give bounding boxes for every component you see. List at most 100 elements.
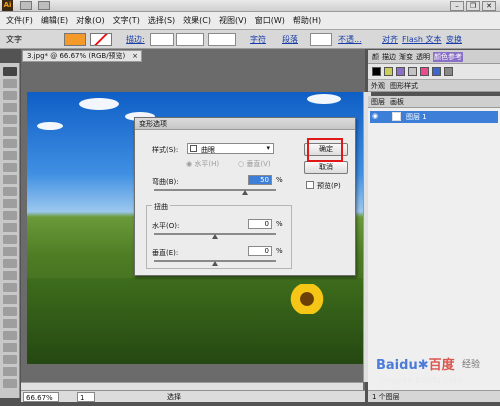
swatch[interactable] [396,67,405,76]
swatch[interactable] [420,67,429,76]
eraser-tool-icon[interactable] [3,199,17,208]
tab-gradient[interactable]: 渐变 [399,52,413,62]
tab-artboards[interactable]: 画板 [390,97,404,107]
stroke-link[interactable]: 描边: [126,33,145,46]
chevron-down-icon: ▾ [266,144,270,152]
horizontal-slider-thumb[interactable] [212,234,218,239]
pencil-tool-icon[interactable] [3,175,17,184]
magic-wand-tool-icon[interactable] [3,91,17,100]
rectangle-tool-icon[interactable] [3,151,17,160]
window-controls: – ❐ ✕ [450,0,496,12]
lasso-tool-icon[interactable] [3,103,17,112]
menu-edit[interactable]: 编辑(E) [41,15,68,26]
menu-view[interactable]: 视图(V) [219,15,247,26]
swatch[interactable] [432,67,441,76]
brush-dropdown[interactable] [208,33,236,46]
radio-vertical[interactable]: ○ 垂直(V) [238,159,271,169]
line-tool-icon[interactable] [3,139,17,148]
radio-horizontal[interactable]: ◉ 水平(H) [186,159,219,169]
appearance-panel-tabs: 外观 图形样式 [368,80,500,92]
symbol-sprayer-tool-icon[interactable] [3,331,17,340]
width-tool-icon[interactable] [3,235,17,244]
stroke-swatch[interactable] [90,33,112,46]
tab-color-guide[interactable]: 颜色参考 [433,51,463,62]
artboard-tool-icon[interactable] [3,355,17,364]
minimize-icon[interactable]: – [450,1,464,11]
tab-transparency[interactable]: 透明 [416,52,430,62]
slice-tool-icon[interactable] [3,367,17,376]
zoom-field[interactable]: 66.67% [23,392,59,402]
hand-tool-icon[interactable] [3,379,17,388]
rotate-tool-icon[interactable] [3,211,17,220]
horizontal-distort-input[interactable]: 0 [248,219,272,229]
control-bar: 文字 描边: 字符 段落 不透... 对齐 Flash 文本 变换 [0,30,500,49]
fill-swatch[interactable] [64,33,86,46]
vertical-distort-input[interactable]: 0 [248,246,272,256]
menu-object[interactable]: 对象(O) [76,15,105,26]
menu-help[interactable]: 帮助(H) [293,15,321,26]
tab-graphic-styles[interactable]: 图形样式 [390,81,418,91]
swatch[interactable] [408,67,417,76]
direct-selection-tool-icon[interactable] [3,79,17,88]
menu-file[interactable]: 文件(F) [6,15,33,26]
context-label: 文字 [6,35,22,44]
cloud-shape [307,94,341,104]
horizontal-scrollbar[interactable] [21,382,363,390]
perspective-grid-tool-icon[interactable] [3,271,17,280]
layer-name[interactable]: 图层 1 [406,112,427,122]
document-tab[interactable]: 3.jpg* @ 66.67% (RGB/预览) × [22,50,142,62]
style-dropdown[interactable] [310,33,332,46]
close-icon[interactable]: ✕ [482,1,496,11]
bend-slider-track[interactable] [154,189,276,191]
paintbrush-tool-icon[interactable] [3,163,17,172]
shape-builder-tool-icon[interactable] [3,259,17,268]
close-tab-icon[interactable]: × [132,51,138,61]
swatch[interactable] [372,67,381,76]
tab-stroke[interactable]: 描边 [382,52,396,62]
type-tool-icon[interactable] [3,127,17,136]
align-link[interactable]: 对齐 [382,33,398,46]
tab-color[interactable]: 颜 [372,52,379,62]
visibility-eye-icon[interactable]: ◉ [372,112,378,120]
blob-brush-tool-icon[interactable] [3,187,17,196]
stroke-weight-dropdown[interactable] [150,33,174,46]
bridge-icon[interactable] [20,1,32,10]
vertical-slider-thumb[interactable] [212,261,218,266]
character-link[interactable]: 字符 [250,33,266,46]
opacity-link[interactable]: 不透... [338,33,362,46]
restore-icon[interactable]: ❐ [466,1,480,11]
paragraph-link[interactable]: 段落 [282,33,298,46]
menu-type[interactable]: 文字(T) [113,15,140,26]
menu-effect[interactable]: 效果(C) [183,15,211,26]
flash-text-link[interactable]: Flash 文本 [402,33,442,46]
cancel-button[interactable]: 取消 [304,161,348,174]
illustrator-logo: Ai [2,0,13,11]
layer-row[interactable]: ◉ 图层 1 [370,111,498,123]
blend-tool-icon[interactable] [3,319,17,328]
mesh-tool-icon[interactable] [3,283,17,292]
tab-appearance[interactable]: 外观 [371,81,385,91]
preview-checkbox[interactable] [306,181,314,189]
bend-input[interactable]: 50 [248,175,272,185]
paw-icon: ✱ [417,358,429,373]
variable-width-dropdown[interactable] [176,33,204,46]
menu-window[interactable]: 窗口(W) [255,15,285,26]
swatch[interactable] [444,67,453,76]
bend-slider-thumb[interactable] [242,190,248,195]
swatch[interactable] [384,67,393,76]
scale-tool-icon[interactable] [3,223,17,232]
menu-select[interactable]: 选择(S) [148,15,175,26]
transform-link[interactable]: 变换 [446,33,462,46]
artboard-number-field[interactable]: 1 [77,392,95,402]
gradient-tool-icon[interactable] [3,295,17,304]
style-dropdown[interactable]: 曲眼 ▾ [187,143,274,154]
column-graph-tool-icon[interactable] [3,343,17,352]
eyedropper-tool-icon[interactable] [3,307,17,316]
tab-layers[interactable]: 图层 [371,97,385,107]
free-transform-tool-icon[interactable] [3,247,17,256]
selection-tool-icon[interactable] [3,67,17,76]
current-tool-label: 选择 [167,393,181,401]
fisheye-style-icon [190,145,197,152]
arrange-documents-icon[interactable] [38,1,50,10]
pen-tool-icon[interactable] [3,115,17,124]
